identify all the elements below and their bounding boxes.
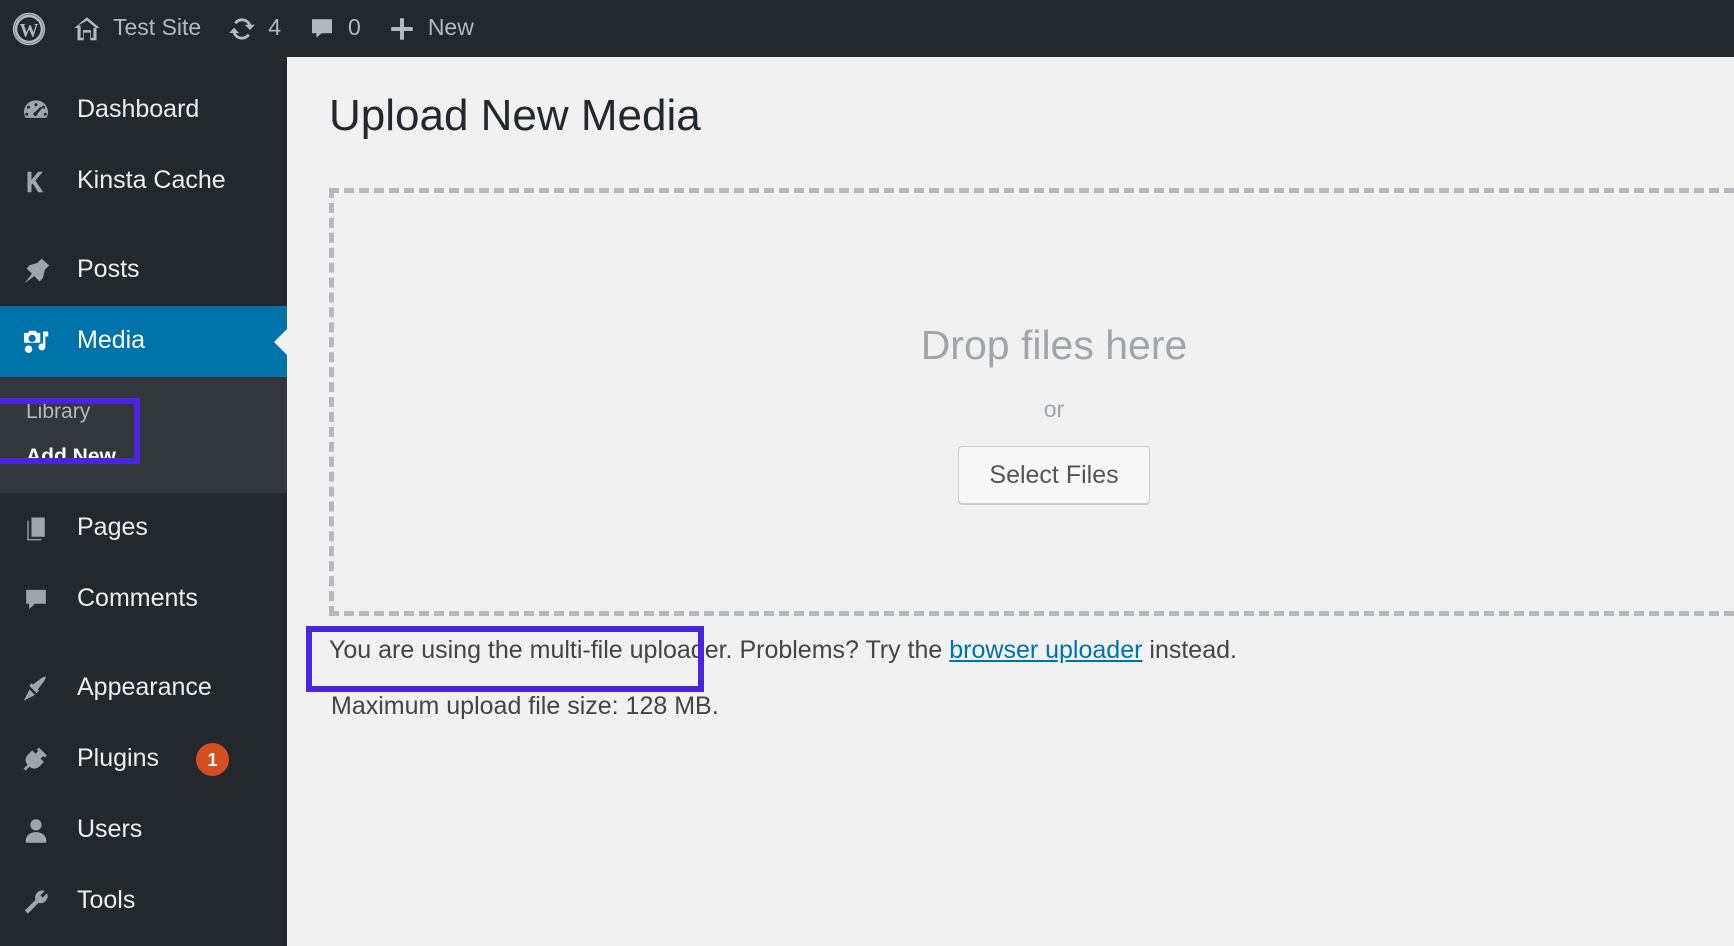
uploader-note: You are using the multi-file uploader. P…: [329, 634, 1237, 667]
submenu-item-library[interactable]: Library: [0, 389, 287, 434]
submenu-label-add-new: Add New: [26, 445, 116, 469]
sidebar-item-dashboard[interactable]: Dashboard: [0, 75, 287, 146]
updates-count: 4: [268, 14, 282, 40]
main-content: Upload New Media Drop files here or Sele…: [287, 57, 1734, 946]
menu-spacer-top: [0, 57, 287, 75]
sidebar-item-label-appearance: Appearance: [77, 673, 212, 702]
select-files-button[interactable]: Select Files: [958, 445, 1150, 504]
submenu-label-library: Library: [26, 400, 91, 423]
media-icon: [16, 326, 56, 358]
maximum-upload-file-size-text: Maximum upload file size: 128 MB.: [331, 692, 719, 720]
menu-separator-1: [0, 217, 287, 235]
sidebar-item-tools[interactable]: Tools: [0, 866, 287, 937]
new-content-menu[interactable]: New: [374, 0, 487, 57]
site-name-label: Test Site: [113, 14, 202, 40]
uploader-note-post: instead.: [1142, 636, 1237, 664]
pages-icon: [16, 513, 56, 545]
media-submenu: Library Add New: [0, 377, 287, 494]
plugins-update-badge: 1: [196, 743, 229, 777]
new-label: New: [427, 14, 474, 40]
dropzone-inner: Drop files here or Select Files: [334, 321, 1734, 504]
pin-icon: [16, 255, 56, 287]
comments-menu[interactable]: 0: [294, 0, 374, 57]
sidebar-item-posts[interactable]: Posts: [0, 235, 287, 306]
comment-bubble-icon: [307, 14, 337, 44]
sidebar-item-label-users: Users: [77, 815, 143, 844]
dropzone-or-text: or: [1043, 396, 1065, 423]
uploader-note-pre: You are using the multi-file uploader. P…: [329, 636, 950, 664]
home-icon: [72, 14, 102, 44]
sidebar-item-label-comments: Comments: [77, 584, 198, 613]
sidebar-item-label-plugins: Plugins: [77, 744, 159, 773]
admin-bar: W Test Site 4 0 New: [0, 0, 1734, 57]
drop-files-here-text: Drop files here: [920, 322, 1188, 368]
site-name-menu[interactable]: Test Site: [59, 0, 214, 57]
wordpress-admin-screen: W Test Site 4 0 New Dashboard Kinsta Cac…: [0, 0, 1734, 946]
sidebar-item-label-pages: Pages: [77, 513, 148, 542]
sidebar-item-comments[interactable]: Comments: [0, 564, 287, 635]
users-icon: [16, 815, 56, 847]
sidebar-item-users[interactable]: Users: [0, 795, 287, 866]
plus-icon: [387, 14, 417, 44]
wordpress-logo-icon: W: [12, 12, 46, 46]
updates-menu[interactable]: 4: [214, 0, 294, 57]
admin-sidebar-menu: Dashboard Kinsta Cache Posts Media Libra…: [0, 57, 287, 946]
sidebar-item-label-tools: Tools: [77, 886, 136, 915]
sidebar-item-label-media: Media: [77, 326, 146, 354]
sidebar-item-label-dashboard: Dashboard: [77, 95, 200, 123]
sidebar-item-pages[interactable]: Pages: [0, 493, 287, 564]
comments-count: 0: [348, 14, 361, 40]
sidebar-item-label-posts: Posts: [77, 255, 140, 283]
updates-icon: [227, 14, 257, 44]
svg-text:W: W: [20, 20, 39, 41]
browser-uploader-link[interactable]: browser uploader: [949, 636, 1142, 664]
comments-icon: [16, 584, 56, 616]
file-dropzone[interactable]: Drop files here or Select Files: [329, 188, 1734, 616]
wordpress-logo-menu[interactable]: W: [0, 0, 59, 57]
sidebar-item-appearance[interactable]: Appearance: [0, 653, 287, 724]
tools-icon: [16, 886, 56, 918]
select-files-wrapper: Select Files: [334, 445, 1734, 504]
appearance-icon: [16, 673, 56, 705]
dashboard-icon: [16, 95, 56, 127]
kinsta-icon: [16, 166, 56, 198]
page-title: Upload New Media: [329, 91, 701, 140]
sidebar-item-kinsta-cache[interactable]: Kinsta Cache: [0, 146, 287, 217]
menu-separator-2: [0, 635, 287, 653]
sidebar-item-label-kinsta-cache: Kinsta Cache: [77, 166, 226, 194]
submenu-item-add-new[interactable]: Add New: [0, 434, 287, 479]
sidebar-item-plugins[interactable]: Plugins 1: [0, 724, 287, 795]
sidebar-item-media[interactable]: Media: [0, 306, 287, 377]
plugins-icon: [16, 744, 56, 776]
